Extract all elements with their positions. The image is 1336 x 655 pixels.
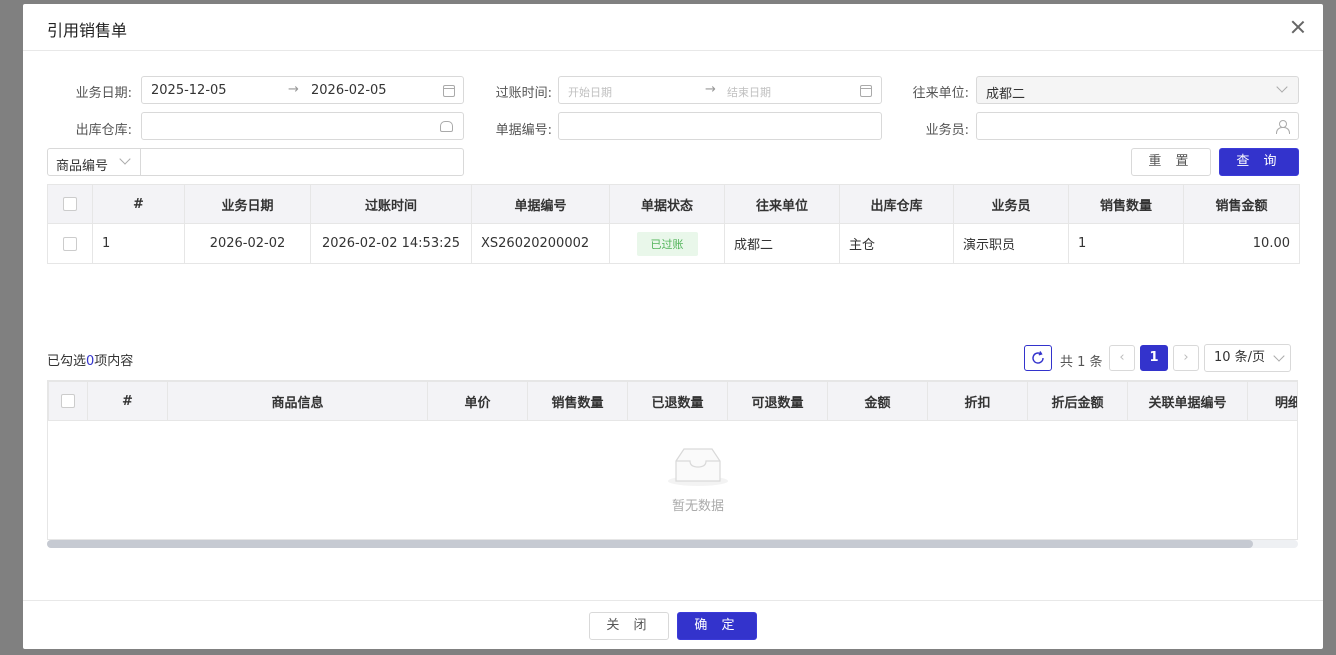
partner-label: 往来单位:	[912, 86, 969, 101]
warehouse-label: 出库仓库:	[75, 123, 132, 138]
refresh-icon	[1032, 351, 1044, 364]
user-icon	[1276, 120, 1290, 134]
col-header: 折扣	[927, 381, 1028, 421]
table-header-row: # 业务日期 过账时间 单据编号 单据状态 往来单位 出库仓库 业务员 销售数量…	[47, 184, 1300, 224]
selection-summary: 已勾选0项内容	[47, 350, 133, 369]
col-header: 折后金额	[1027, 381, 1128, 421]
col-header: #	[87, 381, 168, 421]
post-start-placeholder[interactable]: 开始日期	[568, 84, 612, 100]
query-button[interactable]: 查 询	[1219, 148, 1299, 176]
reset-button[interactable]: 重 置	[1131, 148, 1211, 176]
warehouse-icon	[440, 121, 453, 132]
biz-date-end[interactable]: 2026-02-05	[311, 83, 387, 98]
row-warehouse: 主仓	[839, 223, 954, 264]
dialog-header: 引用销售单	[23, 4, 1323, 51]
post-time-label: 过账时间:	[495, 86, 552, 101]
select-all-checkbox[interactable]	[47, 184, 93, 224]
col-header: 明细备注	[1247, 381, 1297, 421]
reference-sales-order-dialog: 引用销售单 业务日期: 2025-12-05 → 2026-02-05 过账时间…	[23, 4, 1323, 649]
warehouse-select[interactable]	[141, 112, 464, 140]
col-header: 单据编号	[471, 184, 610, 224]
doc-no-input[interactable]	[558, 112, 882, 140]
chevron-down-icon	[119, 153, 131, 165]
col-header: 销售数量	[1068, 184, 1184, 224]
col-header: 过账时间	[310, 184, 472, 224]
refresh-button[interactable]	[1024, 345, 1052, 371]
row-checkbox[interactable]	[47, 223, 93, 264]
range-arrow-icon: →	[705, 82, 716, 97]
col-header: 已退数量	[627, 381, 728, 421]
col-header: 销售数量	[527, 381, 628, 421]
col-header: 往来单位	[724, 184, 840, 224]
row-post-time: 2026-02-02 14:53:25	[310, 223, 472, 264]
doc-no-label: 单据编号:	[495, 123, 552, 138]
confirm-button[interactable]: 确 定	[677, 612, 757, 640]
col-header: 关联单据编号	[1127, 381, 1248, 421]
calendar-icon	[443, 85, 455, 97]
next-page-button[interactable]: ›	[1173, 345, 1199, 371]
col-header: 商品信息	[167, 381, 428, 421]
col-header: 金额	[827, 381, 928, 421]
page-size-value: 10 条/页	[1214, 350, 1266, 365]
salesperson-select[interactable]	[976, 112, 1299, 140]
partner-select[interactable]: 成都二	[976, 76, 1299, 104]
chevron-down-icon	[1273, 350, 1285, 362]
detail-select-all-checkbox[interactable]	[48, 381, 88, 421]
col-header: 单据状态	[609, 184, 725, 224]
detail-header-row: # 商品信息 单价 销售数量 已退数量 可退数量 金额 折扣 折后金额 关联单据…	[48, 381, 1297, 421]
col-header: 业务日期	[184, 184, 311, 224]
product-code-select-label: 商品编号	[56, 159, 109, 174]
row-status-cell: 已过账	[609, 223, 725, 264]
close-icon[interactable]	[1287, 16, 1309, 38]
calendar-icon	[860, 85, 872, 97]
col-header: 可退数量	[727, 381, 828, 421]
row-doc-no: XS26020200002	[471, 223, 610, 264]
row-amount: 10.00	[1183, 223, 1300, 264]
dialog-title: 引用销售单	[47, 21, 128, 40]
salesperson-label: 业务员:	[925, 123, 969, 138]
row-salesperson: 演示职员	[953, 223, 1069, 264]
table-row[interactable]: 1 2026-02-02 2026-02-02 14:53:25 XS26020…	[47, 223, 1300, 264]
range-arrow-icon: →	[288, 82, 299, 97]
detail-table: # 商品信息 单价 销售数量 已退数量 可退数量 金额 折扣 折后金额 关联单据…	[48, 381, 1297, 421]
empty-text: 暂无数据	[671, 499, 724, 514]
sales-orders-table: # 业务日期 过账时间 单据编号 单据状态 往来单位 出库仓库 业务员 销售数量…	[47, 184, 1300, 264]
col-header: 业务员	[953, 184, 1069, 224]
chevron-down-icon	[1276, 81, 1288, 93]
product-code-select[interactable]: 商品编号	[47, 148, 141, 176]
page-1-button[interactable]: 1	[1140, 345, 1168, 371]
post-time-range-picker[interactable]: 开始日期 → 结束日期	[558, 76, 882, 104]
product-code-input[interactable]	[140, 148, 464, 176]
dialog-footer: 关 闭 确 定	[23, 600, 1323, 649]
post-end-placeholder[interactable]: 结束日期	[727, 84, 771, 100]
row-biz-date: 2026-02-02	[184, 223, 311, 264]
horizontal-scrollbar[interactable]	[47, 540, 1298, 548]
biz-date-start[interactable]: 2025-12-05	[151, 83, 227, 98]
row-no: 1	[92, 223, 185, 264]
pagination-total: 共 1 条	[1060, 355, 1103, 370]
row-partner: 成都二	[724, 223, 840, 264]
close-button[interactable]: 关 闭	[589, 612, 669, 640]
page-size-select[interactable]: 10 条/页	[1204, 344, 1291, 372]
biz-date-label: 业务日期:	[75, 86, 132, 101]
row-qty: 1	[1068, 223, 1184, 264]
col-header: 销售金额	[1183, 184, 1300, 224]
col-header: 出库仓库	[839, 184, 954, 224]
selection-suffix: 项内容	[94, 354, 134, 369]
scrollbar-thumb[interactable]	[47, 540, 1253, 548]
selection-prefix: 已勾选	[47, 354, 87, 369]
status-badge: 已过账	[636, 231, 698, 256]
partner-value: 成都二	[986, 87, 1026, 102]
biz-date-range-picker[interactable]: 2025-12-05 → 2026-02-05	[141, 76, 464, 104]
prev-page-button[interactable]: ‹	[1109, 345, 1135, 371]
col-header: #	[92, 184, 185, 224]
empty-inbox-icon	[668, 448, 728, 486]
col-header: 单价	[427, 381, 528, 421]
